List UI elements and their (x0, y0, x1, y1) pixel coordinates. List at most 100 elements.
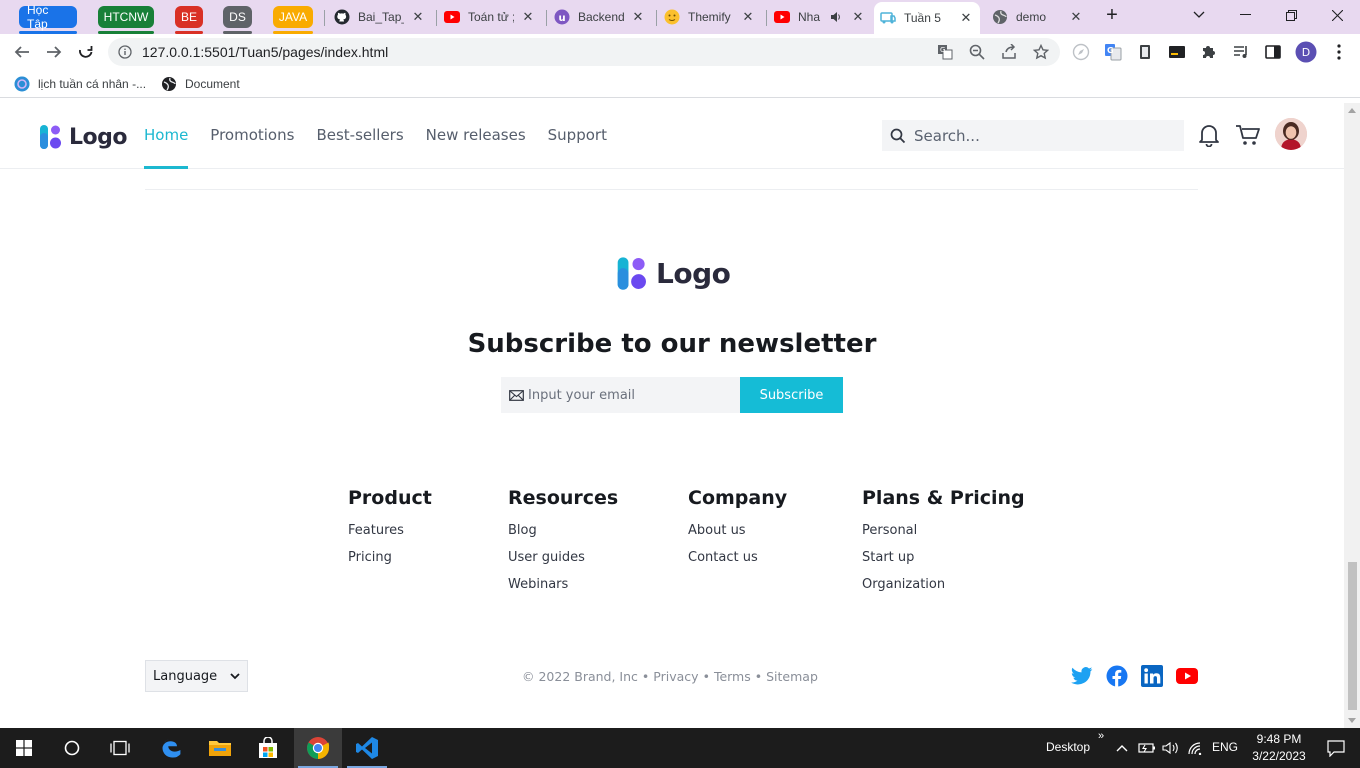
privacy-link[interactable]: Privacy (653, 669, 698, 684)
desktop-toolbar-label[interactable]: Desktop (1046, 740, 1090, 754)
close-icon[interactable]: ✕ (958, 10, 974, 26)
footer-link-organization[interactable]: Organization (862, 575, 1025, 602)
terminal-extension-icon[interactable] (1166, 41, 1188, 63)
footer-link-start-up[interactable]: Start up (862, 548, 1025, 575)
document-extension-icon[interactable] (1134, 41, 1156, 63)
tab-group-be[interactable]: BE (175, 6, 203, 34)
bookmark-lich-tuan[interactable]: lịch tuần cá nhân -... (14, 76, 146, 92)
notification-bell-icon[interactable] (1197, 123, 1221, 147)
scroll-down-arrow[interactable] (1348, 718, 1356, 723)
header-logo[interactable]: Logo (38, 124, 128, 150)
nav-home[interactable]: Home (144, 103, 189, 169)
google-translate-icon[interactable]: G (1102, 41, 1124, 63)
user-avatar[interactable] (1275, 118, 1307, 150)
bookmark-document[interactable]: Document (161, 76, 240, 92)
profile-avatar[interactable]: D (1295, 41, 1317, 63)
nav-best-sellers[interactable]: Best-sellers (316, 103, 403, 169)
taskbar-vscode[interactable] (343, 728, 391, 768)
terms-link[interactable]: Terms (714, 669, 751, 684)
tab-tuan-5[interactable]: Tuần 5 ✕ (874, 2, 980, 34)
show-hidden-icons[interactable] (1112, 728, 1132, 768)
bookmark-star-icon[interactable] (1030, 41, 1052, 63)
tab-themify[interactable]: Themify ✕ (658, 4, 762, 30)
footer-logo[interactable]: Logo (615, 256, 731, 291)
minimize-button[interactable] (1222, 0, 1268, 30)
tab-group-java[interactable]: JAVA (273, 6, 313, 34)
side-panel-icon[interactable] (1262, 41, 1284, 63)
reload-button[interactable] (74, 40, 98, 64)
address-bar[interactable]: 127.0.0.1:5501/Tuan5/pages/index.html G (108, 38, 1060, 66)
shopping-cart-icon[interactable] (1235, 123, 1261, 147)
close-icon[interactable]: ✕ (740, 9, 756, 25)
tab-toan-tu[interactable]: Toán tử ; ✕ (438, 4, 542, 30)
footer-link-webinars[interactable]: Webinars (508, 575, 618, 602)
page-scrollbar[interactable] (1344, 103, 1360, 728)
site-header: Logo Home Promotions Best-sellers New re… (0, 103, 1344, 169)
nav-support[interactable]: Support (548, 103, 607, 169)
system-clock[interactable]: 9:48 PM 3/22/2023 (1248, 731, 1310, 765)
scrollbar-thumb[interactable] (1348, 562, 1357, 710)
close-window-button[interactable] (1314, 0, 1360, 30)
restore-button[interactable] (1268, 0, 1314, 30)
nav-promotions[interactable]: Promotions (210, 103, 294, 169)
zoom-icon[interactable] (966, 41, 988, 63)
close-icon[interactable]: ✕ (520, 9, 536, 25)
close-icon[interactable]: ✕ (850, 9, 866, 25)
chevron-right-icon[interactable]: » (1098, 730, 1104, 742)
close-icon[interactable]: ✕ (410, 9, 426, 25)
taskbar-file-explorer[interactable] (196, 728, 244, 768)
wifi-icon[interactable] (1185, 728, 1207, 768)
close-icon[interactable]: ✕ (1068, 9, 1084, 25)
back-button[interactable] (10, 40, 34, 64)
subscribe-button[interactable]: Subscribe (740, 377, 843, 413)
compass-extension-icon[interactable] (1070, 41, 1092, 63)
footer-link-pricing[interactable]: Pricing (348, 548, 432, 575)
search-icon (890, 128, 906, 143)
taskbar-store[interactable] (244, 728, 292, 768)
forward-button[interactable] (42, 40, 66, 64)
speaker-icon[interactable] (828, 9, 844, 25)
start-button[interactable] (0, 728, 48, 768)
tab-github[interactable]: Bai_Tap_ ✕ (328, 4, 432, 30)
nav-new-releases[interactable]: New releases (426, 103, 526, 169)
new-tab-button[interactable]: + (1090, 0, 1134, 30)
facebook-icon[interactable] (1106, 665, 1128, 687)
footer-link-personal[interactable]: Personal (862, 521, 1025, 548)
language-select[interactable]: Language (145, 660, 248, 692)
tab-search-button[interactable] (1176, 0, 1222, 30)
tab-group-ds[interactable]: DS (223, 6, 252, 34)
footer-link-blog[interactable]: Blog (508, 521, 618, 548)
battery-icon[interactable] (1136, 728, 1158, 768)
footer-link-features[interactable]: Features (348, 521, 432, 548)
tab-nha[interactable]: Nha ✕ (768, 4, 872, 30)
input-language-indicator[interactable]: ENG (1212, 740, 1238, 754)
volume-icon[interactable] (1160, 728, 1182, 768)
footer-link-contact-us[interactable]: Contact us (688, 548, 787, 575)
footer-link-user-guides[interactable]: User guides (508, 548, 618, 575)
footer-link-about-us[interactable]: About us (688, 521, 787, 548)
share-icon[interactable] (998, 41, 1020, 63)
newsletter-title: Subscribe to our newsletter (467, 329, 877, 359)
twitter-icon[interactable] (1071, 665, 1093, 687)
translate-icon[interactable]: G (934, 41, 956, 63)
tab-group-htcnw[interactable]: HTCNW (98, 6, 154, 34)
extensions-puzzle-icon[interactable] (1198, 41, 1220, 63)
close-icon[interactable]: ✕ (630, 9, 646, 25)
taskbar-edge[interactable] (148, 728, 196, 768)
taskbar-chrome[interactable] (294, 728, 342, 768)
search-button[interactable] (48, 728, 96, 768)
scroll-up-arrow[interactable] (1348, 108, 1356, 113)
search-input[interactable] (914, 126, 1164, 145)
sitemap-link[interactable]: Sitemap (766, 669, 818, 684)
tab-demo[interactable]: demo ✕ (986, 4, 1090, 30)
tab-backend[interactable]: u Backend ✕ (548, 4, 652, 30)
tab-group-hoc-tap[interactable]: Học Tập (19, 3, 77, 34)
linkedin-icon[interactable] (1141, 665, 1163, 687)
media-control-icon[interactable] (1230, 41, 1252, 63)
menu-kebab-icon[interactable] (1328, 41, 1350, 63)
task-view-button[interactable] (96, 728, 144, 768)
action-center-button[interactable] (1312, 728, 1360, 768)
youtube-icon[interactable] (1176, 665, 1198, 687)
email-input[interactable] (528, 387, 728, 403)
info-icon[interactable] (118, 45, 132, 59)
